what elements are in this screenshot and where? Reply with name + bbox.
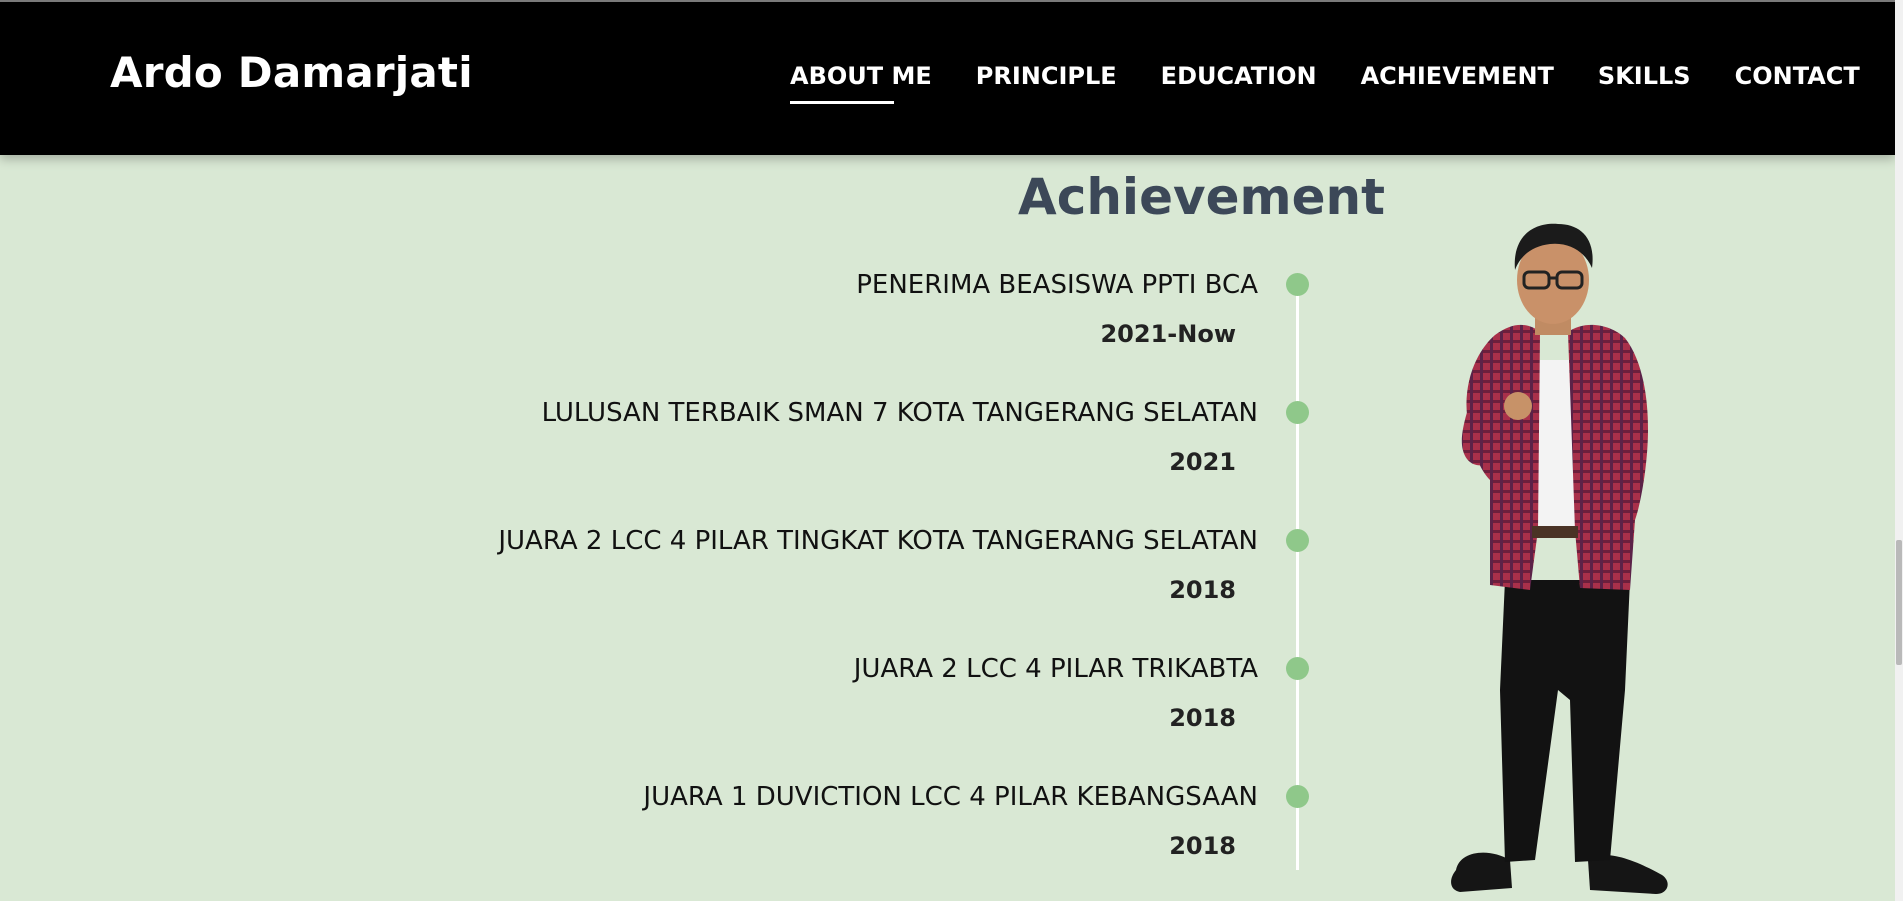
timeline-item: PENERIMA BEASISWA PPTI BCA 2021-Now <box>856 270 1258 348</box>
timeline-item-year: 2018 <box>1169 832 1236 860</box>
main-nav: ABOUT ME PRINCIPLE EDUCATION ACHIEVEMENT… <box>790 62 1860 104</box>
timeline-item-title: LULUSAN TERBAIK SMAN 7 KOTA TANGERANG SE… <box>541 398 1258 428</box>
timeline-dot <box>1286 401 1309 424</box>
timeline-item: JUARA 2 LCC 4 PILAR TINGKAT KOTA TANGERA… <box>498 526 1258 604</box>
timeline-item-year: 2018 <box>1169 576 1236 604</box>
navbar: Ardo Damarjati ABOUT ME PRINCIPLE EDUCAT… <box>0 0 1895 155</box>
timeline-item-year: 2021 <box>1169 448 1236 476</box>
nav-contact[interactable]: CONTACT <box>1735 62 1860 90</box>
timeline-line <box>1296 285 1299 870</box>
timeline-dot <box>1286 273 1309 296</box>
page-scrollbar[interactable] <box>1895 0 1903 901</box>
brand-logo-text[interactable]: Ardo Damarjati <box>110 48 473 97</box>
nav-skills[interactable]: SKILLS <box>1598 62 1691 90</box>
nav-achievement[interactable]: ACHIEVEMENT <box>1361 62 1554 90</box>
nav-about-me[interactable]: ABOUT ME <box>790 62 932 104</box>
nav-principle[interactable]: PRINCIPLE <box>976 62 1117 90</box>
timeline-dot <box>1286 657 1309 680</box>
timeline-item-title: JUARA 2 LCC 4 PILAR TRIKABTA <box>853 654 1258 684</box>
scrollbar-thumb[interactable] <box>1896 540 1902 665</box>
timeline-item: LULUSAN TERBAIK SMAN 7 KOTA TANGERANG SE… <box>542 398 1258 476</box>
timeline-dot <box>1286 785 1309 808</box>
timeline-item-year: 2021-Now <box>1100 320 1236 348</box>
nav-education[interactable]: EDUCATION <box>1161 62 1317 90</box>
timeline-item-title: PENERIMA BEASISWA PPTI BCA <box>856 270 1258 300</box>
timeline-item-title: JUARA 1 DUVICTION LCC 4 PILAR KEBANGSAAN <box>643 782 1258 812</box>
timeline-item-year: 2018 <box>1169 704 1236 732</box>
window-top-border <box>0 0 1895 2</box>
profile-photo <box>1451 223 1668 894</box>
timeline-item: JUARA 2 LCC 4 PILAR TRIKABTA 2018 <box>854 654 1258 732</box>
timeline-dot <box>1286 529 1309 552</box>
timeline-item-title: JUARA 2 LCC 4 PILAR TINGKAT KOTA TANGERA… <box>498 526 1258 556</box>
timeline-item: JUARA 1 DUVICTION LCC 4 PILAR KEBANGSAAN… <box>643 782 1258 860</box>
section-title: Achievement <box>1018 168 1385 226</box>
